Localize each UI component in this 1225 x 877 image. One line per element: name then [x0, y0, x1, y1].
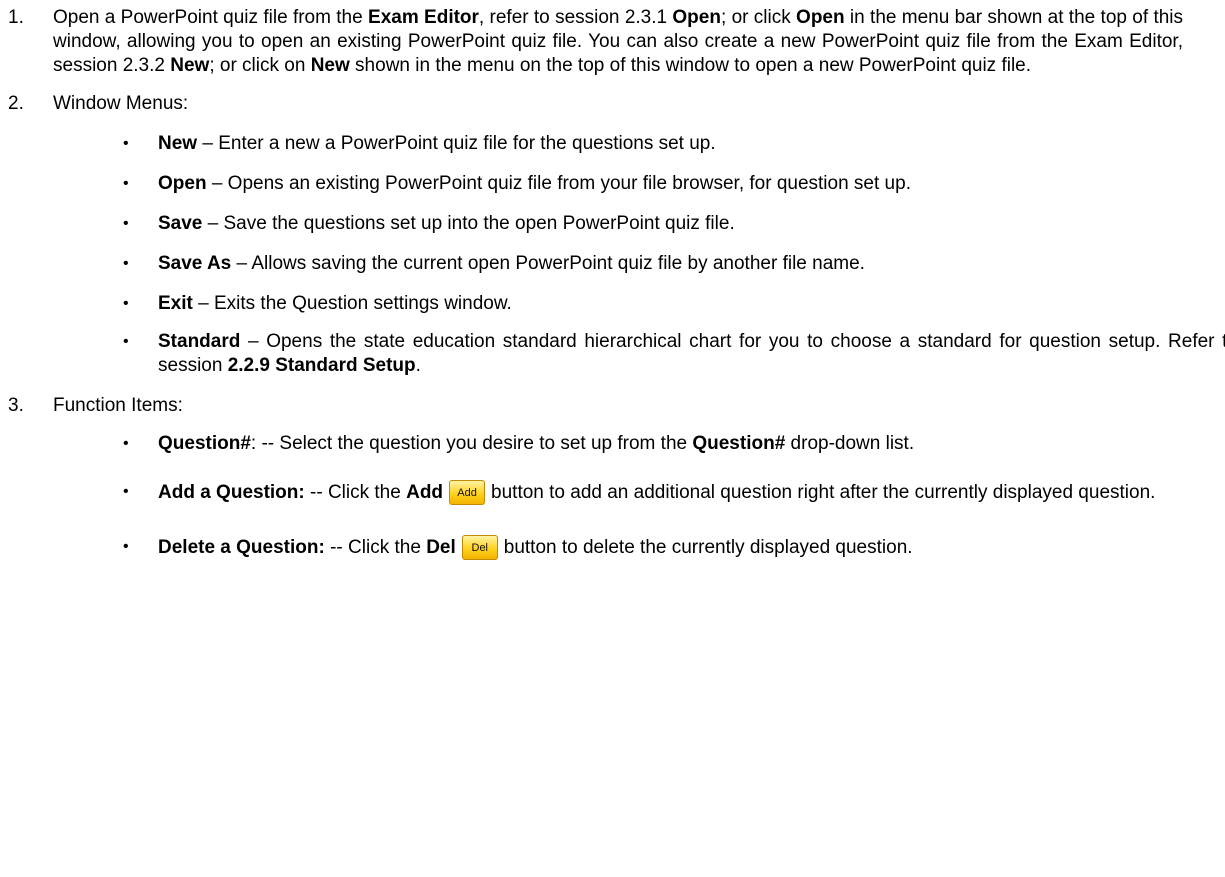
- standard-setup-ref: 2.2.9 Standard Setup: [227, 355, 416, 376]
- function-items-list: • Question#: -- Select the question you …: [53, 432, 1183, 560]
- add-ref: Add: [406, 482, 444, 503]
- menu-desc: – Allows saving the current open PowerPo…: [231, 253, 865, 274]
- bullet-icon: •: [123, 483, 129, 500]
- instruction-step-1: 1. Open a PowerPoint quiz file from the …: [0, 6, 1183, 78]
- function-entry-question: • Question#: -- Select the question you …: [53, 432, 1225, 456]
- instruction-step-3: 3. Function Items: • Question#: -- Selec…: [0, 394, 1183, 560]
- menu-entry-save-as: • Save As – Allows saving the current op…: [53, 252, 1225, 276]
- bullet-icon: •: [123, 255, 129, 272]
- menu-label: Exit: [158, 293, 193, 314]
- menu-label: Standard: [158, 331, 241, 352]
- function-desc: -- Click the: [324, 537, 427, 558]
- menu-desc: – Opens an existing PowerPoint quiz file…: [206, 173, 911, 194]
- new-menu-ref: New: [310, 55, 350, 76]
- menu-desc: – Exits the Question settings window.: [192, 293, 512, 314]
- open-ref: Open: [672, 7, 721, 28]
- function-label: Delete a Question:: [158, 537, 325, 558]
- menu-desc: – Enter a new a PowerPoint quiz file for…: [197, 133, 716, 154]
- section-heading: Function Items:: [53, 395, 183, 416]
- menu-label: Save As: [158, 253, 232, 274]
- document-body: 1. Open a PowerPoint quiz file from the …: [0, 6, 1225, 576]
- new-ref: New: [170, 55, 210, 76]
- open-menu-ref: Open: [796, 7, 845, 28]
- function-desc: button to delete the currently displayed…: [503, 537, 913, 558]
- bullet-icon: •: [123, 538, 129, 555]
- instruction-step-2: 2. Window Menus: • New – Enter a new a P…: [0, 92, 1225, 378]
- del-ref: Del: [426, 537, 456, 558]
- function-entry-add: • Add a Question: -- Click the Add Add but…: [53, 480, 1225, 505]
- function-desc: : -- Select the question you desire to s…: [250, 433, 693, 454]
- question-dropdown-ref: Question#: [692, 433, 786, 454]
- menu-label: New: [158, 133, 198, 154]
- function-entry-delete: • Delete a Question: -- Click the Del Del…: [53, 535, 1225, 560]
- step-number: 3.: [8, 395, 24, 416]
- section-heading: Window Menus:: [53, 93, 189, 114]
- bullet-icon: •: [123, 333, 129, 350]
- step-text: ; or click on: [209, 55, 311, 76]
- menu-label: Open: [158, 173, 207, 194]
- bullet-icon: •: [123, 295, 129, 312]
- menu-entry-standard: • Standard – Opens the state education s…: [53, 330, 1225, 378]
- step-text: shown in the menu on the top of this win…: [349, 55, 1032, 76]
- function-desc: button to add an additional question rig…: [491, 482, 1156, 503]
- step-text: , refer to session 2.3.1: [478, 7, 673, 28]
- bullet-icon: •: [123, 175, 129, 192]
- menu-entry-save: • Save – Save the questions set up into …: [53, 212, 1225, 236]
- del-button-image: Del: [461, 535, 498, 560]
- function-desc: drop-down list.: [785, 433, 915, 454]
- step-number: 1.: [8, 7, 24, 28]
- menu-desc: – Save the questions set up into the ope…: [202, 213, 735, 234]
- step-text: ; or click: [720, 7, 797, 28]
- exam-editor-ref: Exam Editor: [368, 7, 479, 28]
- function-label: Question#: [158, 433, 251, 454]
- menu-desc-end: .: [415, 355, 421, 376]
- window-menus-list: • New – Enter a new a PowerPoint quiz fi…: [53, 132, 1225, 378]
- step-number: 2.: [8, 93, 24, 114]
- step-text: Open a PowerPoint quiz file from the: [53, 7, 369, 28]
- add-button-image: Add: [449, 480, 486, 505]
- bullet-icon: •: [123, 135, 129, 152]
- bullet-icon: •: [123, 435, 129, 452]
- bullet-icon: •: [123, 215, 129, 232]
- menu-entry-new: • New – Enter a new a PowerPoint quiz fi…: [53, 132, 1225, 156]
- menu-entry-exit: • Exit – Exits the Question settings win…: [53, 292, 1225, 316]
- function-label: Add a Question:: [158, 482, 305, 503]
- menu-label: Save: [158, 213, 203, 234]
- menu-entry-open: • Open – Opens an existing PowerPoint qu…: [53, 172, 1225, 196]
- function-desc: -- Click the: [304, 482, 407, 503]
